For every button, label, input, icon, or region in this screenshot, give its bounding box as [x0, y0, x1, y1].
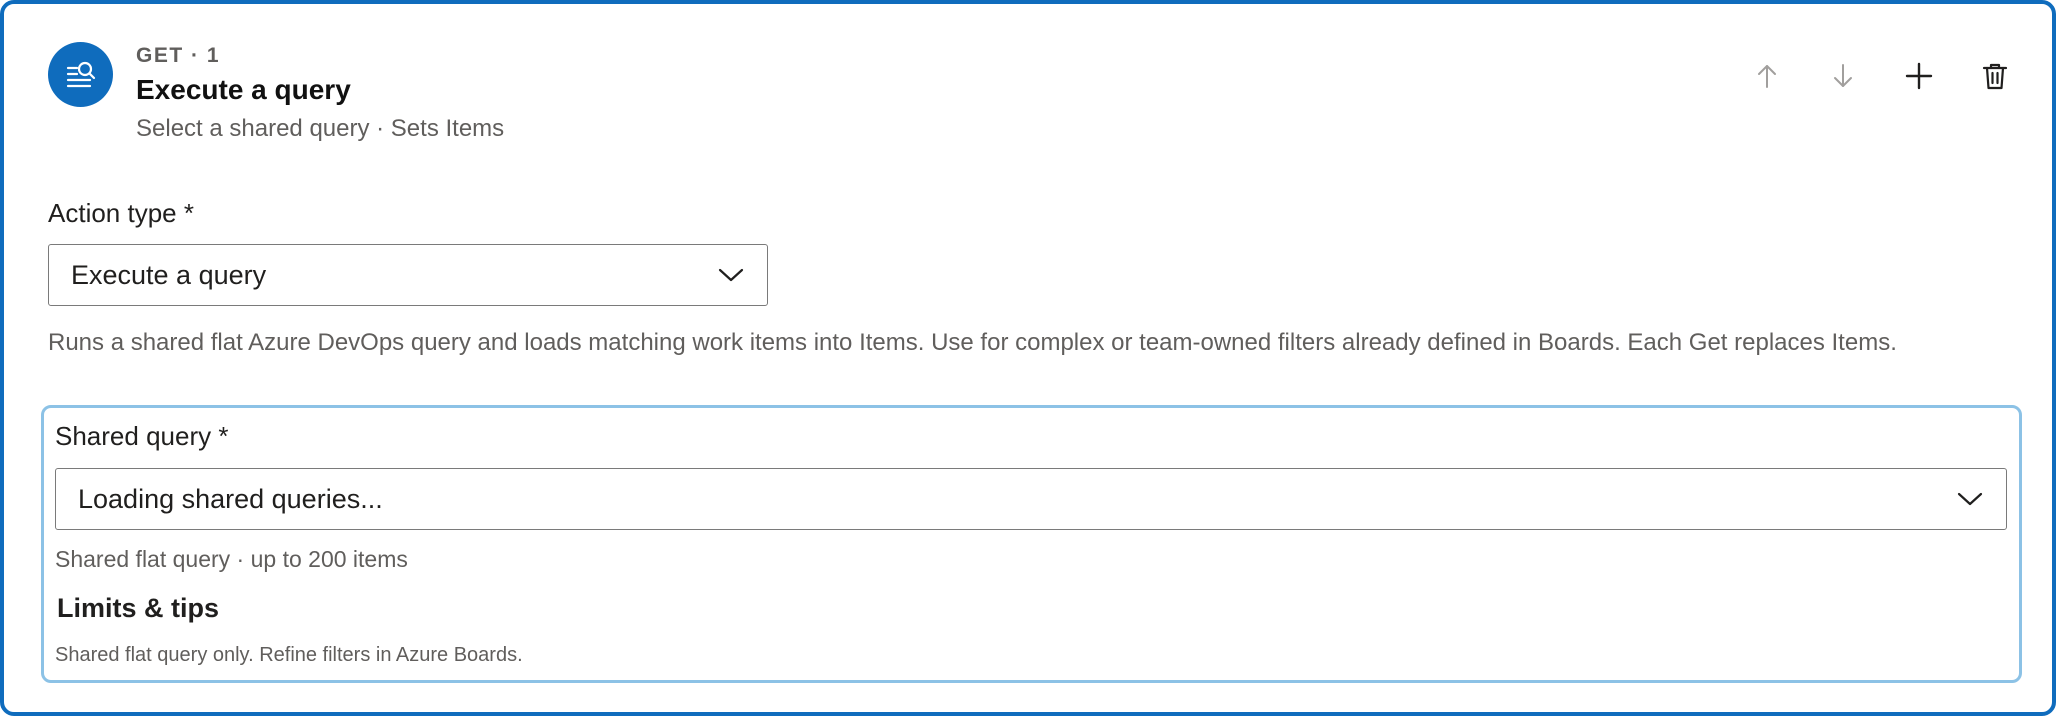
trash-icon	[1980, 61, 2010, 94]
chevron-down-icon	[717, 260, 745, 291]
shared-query-select[interactable]: Loading shared queries...	[55, 468, 2007, 530]
shared-query-value: Loading shared queries...	[78, 483, 383, 514]
arrow-up-icon	[1753, 62, 1781, 93]
step-card: GET · 1 Execute a query Select a shared …	[0, 0, 2056, 716]
arrow-down-icon	[1829, 62, 1857, 93]
shared-query-panel: Shared query * Loading shared queries...…	[41, 405, 2022, 683]
step-title: Execute a query	[136, 74, 351, 105]
action-type-description: Runs a shared flat Azure DevOps query an…	[48, 329, 1897, 356]
plus-icon	[1904, 61, 1934, 94]
query-list-icon	[48, 42, 113, 107]
tips-text: Shared flat query only. Refine filters i…	[55, 644, 523, 666]
step-subtitle: Select a shared query · Sets Items	[136, 115, 505, 142]
shared-query-hint: Shared flat query · up to 200 items	[55, 546, 408, 572]
chevron-down-icon	[1956, 484, 1984, 515]
action-type-value: Execute a query	[71, 259, 267, 290]
move-up-button[interactable]	[1746, 56, 1788, 98]
action-type-label: Action type *	[48, 198, 194, 228]
move-down-button[interactable]	[1822, 56, 1864, 98]
tips-title: Limits & tips	[57, 593, 220, 623]
shared-query-label: Shared query *	[55, 421, 229, 451]
step-tag: GET · 1	[136, 44, 221, 67]
add-step-button[interactable]	[1898, 56, 1940, 98]
step-actions	[1746, 56, 2016, 98]
delete-step-button[interactable]	[1974, 56, 2016, 98]
action-type-select[interactable]: Execute a query	[48, 244, 768, 306]
